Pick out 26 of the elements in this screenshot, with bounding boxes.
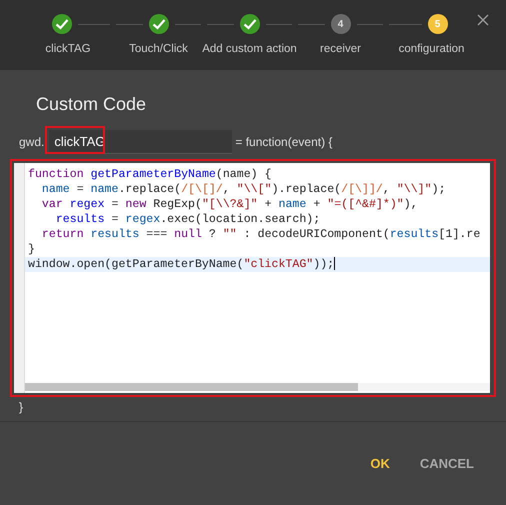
code-line: var regex = new RegExp("[\\?&]" + name + "=([^&#]*)"), — [40, 197, 419, 212]
code-line: return results === null ? "" : decodeURIComponent(results[1].re — [40, 227, 482, 242]
ok-button[interactable]: OK — [360, 450, 400, 477]
code-closing-brace: } — [19, 400, 24, 414]
step-label: Add custom action — [202, 43, 297, 55]
step-label: Touch/Click — [129, 43, 188, 55]
function-signature: = function(event) { — [235, 135, 332, 149]
cancel-button[interactable]: CANCEL — [410, 450, 484, 477]
step-label: receiver — [320, 43, 361, 55]
check-icon — [242, 18, 256, 30]
code-prefix: gwd. — [19, 135, 44, 149]
step-label: clickTAG — [45, 43, 91, 55]
check-icon — [152, 18, 166, 30]
code-line: name = name.replace(/[\[]/, "\\[").replace(/[\]]/, "\\]"); — [40, 182, 447, 197]
function-name-field[interactable]: clickTAG — [49, 130, 232, 154]
step-number: 4 — [338, 18, 344, 30]
scrollbar-thumb[interactable] — [25, 383, 358, 391]
step-label: configuration — [398, 43, 464, 55]
dialog-title: Custom Code — [36, 94, 148, 115]
close-icon[interactable] — [477, 14, 489, 26]
highlight-frame — [45, 126, 105, 154]
code-line: } — [27, 242, 36, 257]
step-number: 5 — [434, 18, 440, 30]
code-line: function getParameterByName(name) { — [27, 167, 273, 182]
code-line: results = regex.exec(location.search); — [54, 212, 322, 227]
check-icon — [55, 18, 69, 30]
